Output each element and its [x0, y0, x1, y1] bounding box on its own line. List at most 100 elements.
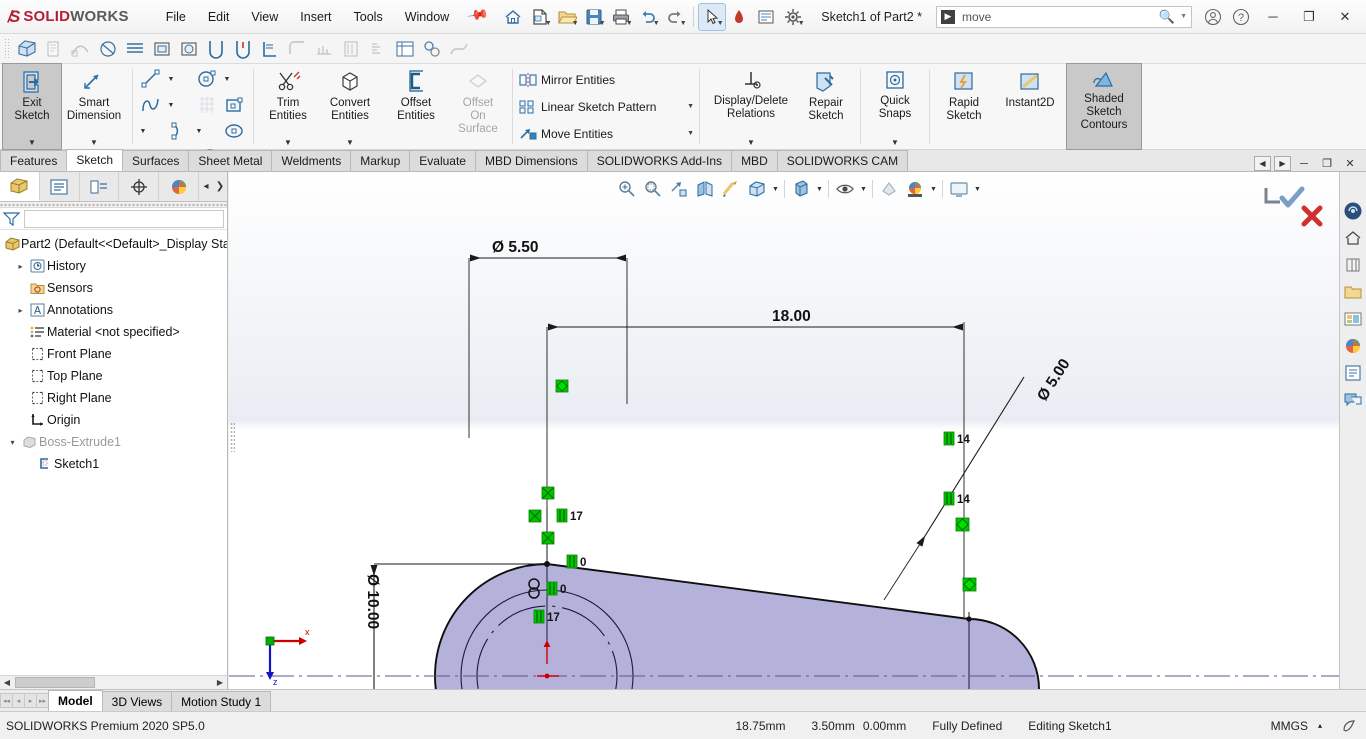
convert-entities-button[interactable]: Convert Entities ▼	[317, 64, 383, 149]
solidworks-resources-icon[interactable]	[1341, 198, 1366, 223]
fm-nav-prev[interactable]: ◂	[199, 181, 213, 192]
convert-dropdown[interactable]: ▼	[346, 138, 354, 149]
menu-tools[interactable]: Tools	[343, 6, 394, 28]
tab-sketch[interactable]: Sketch	[66, 149, 124, 171]
trim-dropdown[interactable]: ▼	[284, 138, 292, 149]
filter-row[interactable]	[0, 208, 227, 230]
tree-expander-history[interactable]: ▸	[14, 262, 27, 271]
tree-item-front-plane[interactable]: Front Plane	[0, 343, 227, 365]
feature-manager-nav[interactable]: ◂ ❯	[199, 172, 227, 201]
tree-item-material[interactable]: Material <not specified>	[0, 321, 227, 343]
rebuild-icon[interactable]	[753, 4, 779, 30]
configuration-manager-tab[interactable]	[80, 172, 120, 201]
arc-icon[interactable]	[165, 118, 193, 144]
dimension-label-500[interactable]: Ø 5.00	[1034, 356, 1074, 404]
tab-mbd-dimensions[interactable]: MBD Dimensions	[474, 150, 588, 171]
boundary-boss-icon[interactable]	[121, 36, 148, 62]
tree-item-annotations[interactable]: ▸ Annotations	[0, 299, 227, 321]
open-folder-icon[interactable]: ▼	[554, 4, 580, 30]
trim-entities-button[interactable]: Trim Entities ▼	[259, 64, 317, 149]
boundary-cut-icon[interactable]	[256, 36, 283, 62]
custom-properties-icon[interactable]	[1341, 333, 1366, 358]
smart-dimension-dropdown[interactable]: ▼	[90, 138, 98, 149]
tab-markup[interactable]: Markup	[350, 150, 411, 171]
instant2d-button[interactable]: Instant2D	[993, 64, 1067, 149]
ellipse-icon[interactable]	[221, 118, 249, 144]
swept-cut-icon[interactable]	[202, 36, 229, 62]
document-window-buttons[interactable]: ◀ ▶ ─ ❐ ✕	[1254, 156, 1366, 171]
feature-tree-scrollbar[interactable]: ◀ ▶	[0, 675, 227, 689]
dimension-label-550[interactable]: Ø 5.50	[492, 239, 539, 256]
extruded-boss-icon[interactable]	[13, 36, 40, 62]
dimxpert-manager-tab[interactable]	[119, 172, 160, 201]
line-icon[interactable]	[137, 66, 165, 92]
tab-surfaces[interactable]: Surfaces	[122, 150, 190, 171]
move-entities-dropdown-icon[interactable]: ▼	[677, 130, 694, 137]
tree-item-sensors[interactable]: Sensors	[0, 277, 227, 299]
scroll-thumb[interactable]	[15, 677, 95, 688]
tree-item-part[interactable]: Part2 (Default<<Default>_Display Sta	[0, 233, 227, 255]
quick-snaps-dropdown[interactable]: ▼	[891, 138, 899, 149]
origin-point[interactable]	[544, 673, 550, 679]
exit-sketch-button[interactable]: Exit Sketch ▼	[2, 63, 62, 150]
overlay-icon[interactable]	[1328, 718, 1360, 734]
quick-snaps-button[interactable]: Quick Snaps ▼	[866, 64, 924, 149]
prev-pane-icon[interactable]: ◀	[1254, 156, 1271, 171]
rib-icon[interactable]	[337, 36, 364, 62]
secondary-toolbar[interactable]	[0, 34, 1366, 64]
save-icon[interactable]: ▼	[581, 4, 607, 30]
menu-edit[interactable]: Edit	[197, 6, 241, 28]
tree-expander-annotations[interactable]: ▸	[14, 306, 27, 315]
shaded-sketch-contours-button[interactable]: Shaded Sketch Contours	[1066, 63, 1142, 150]
linear-sketch-pattern-button[interactable]: Linear Sketch Pattern ▼	[515, 94, 697, 120]
spline-dropdown-icon[interactable]: ▼	[165, 92, 177, 118]
revolved-boss-icon[interactable]	[40, 36, 67, 62]
bottom-nav-arrows[interactable]: ◂◂ ◂ ▸ ▸▸	[0, 693, 49, 711]
revolved-cut-icon[interactable]	[175, 36, 202, 62]
chamfer-icon[interactable]	[310, 36, 337, 62]
relation-badge[interactable]	[566, 554, 578, 569]
toolbar-grip[interactable]	[4, 37, 10, 60]
tab-mbd[interactable]: MBD	[731, 150, 778, 171]
relation-badge[interactable]	[943, 491, 955, 506]
tree-item-origin[interactable]: Origin	[0, 409, 227, 431]
tab-solidworks-addins[interactable]: SOLIDWORKS Add-Ins	[586, 150, 733, 171]
redo-icon[interactable]: ▼	[662, 4, 688, 30]
select-arrow-icon[interactable]: ▼	[697, 2, 726, 31]
tab-evaluate[interactable]: Evaluate	[409, 150, 476, 171]
home-icon[interactable]	[500, 4, 526, 30]
quick-access-toolbar[interactable]: ▼ ▼ ▼ ▼ ▼ ▼ ▼ ▼	[500, 2, 806, 31]
relation-badge[interactable]	[546, 581, 558, 596]
line-dropdown-icon[interactable]: ▼	[165, 66, 177, 92]
tab-sheet-metal[interactable]: Sheet Metal	[188, 150, 273, 171]
circle-dropdown-icon[interactable]: ▼	[221, 66, 233, 92]
linear-pattern-dropdown-icon[interactable]: ▼	[677, 103, 694, 110]
graphics-area[interactable]: ▼ ▼ ▼ ▼ ▼ Ø 5.50 18.00 Ø 10.00 Ø 5.00 17…	[229, 172, 1366, 689]
smart-dimension-button[interactable]: Smart Dimension ▼	[61, 64, 127, 149]
design-library-home-icon[interactable]	[1341, 225, 1366, 250]
display-delete-dropdown[interactable]: ▼	[747, 138, 755, 149]
help-icon[interactable]: ?	[1228, 4, 1254, 30]
minimize-doc-icon[interactable]: ─	[1294, 156, 1314, 171]
move-entities-button[interactable]: Move Entities ▼	[515, 121, 697, 147]
repair-sketch-button[interactable]: Repair Sketch	[797, 64, 855, 149]
tree-item-sketch1[interactable]: Sketch1	[0, 453, 227, 475]
linear-pattern-icon[interactable]	[391, 36, 418, 62]
bottom-tab-model[interactable]: Model	[48, 690, 103, 711]
tree-item-top-plane[interactable]: Top Plane	[0, 365, 227, 387]
undo-icon[interactable]: ▼	[635, 4, 661, 30]
filter-input[interactable]	[24, 209, 224, 228]
close-doc-icon[interactable]: ✕	[1340, 156, 1360, 171]
offset-entities-button[interactable]: Offset Entities	[383, 64, 449, 149]
view-palette-icon[interactable]	[1341, 279, 1366, 304]
menu-window[interactable]: Window	[394, 6, 460, 28]
dimension-label-18[interactable]: 18.00	[772, 308, 811, 325]
units-label[interactable]: MMGS	[1258, 719, 1312, 733]
menu-view[interactable]: View	[240, 6, 289, 28]
relation-badge[interactable]	[533, 609, 545, 624]
display-manager-tab[interactable]	[159, 172, 199, 201]
display-delete-relations-button[interactable]: Display/Delete Relations ▼	[705, 64, 797, 149]
magnifier-icon[interactable]: 🔍	[1159, 9, 1175, 25]
appearances-scenes-icon[interactable]	[1341, 306, 1366, 331]
rapid-sketch-button[interactable]: Rapid Sketch	[935, 64, 993, 149]
